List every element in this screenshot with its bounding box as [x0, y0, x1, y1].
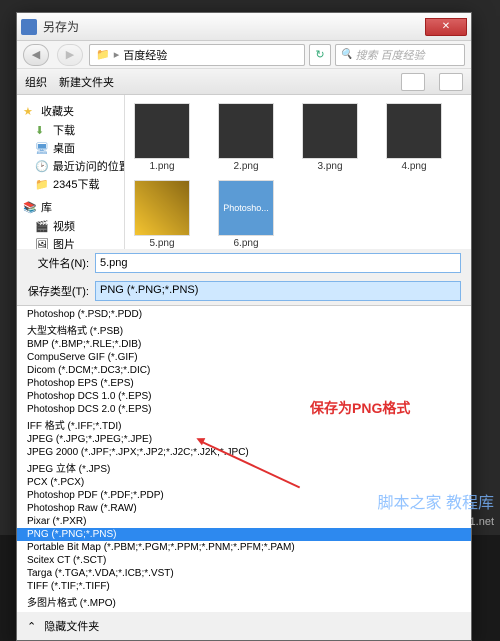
- filename-label: 文件名(N):: [27, 255, 89, 271]
- breadcrumb-sep: ▸: [114, 48, 120, 61]
- hide-folders-button[interactable]: 隐藏文件夹: [44, 618, 99, 634]
- filetype-select[interactable]: PNG (*.PNG;*.PNS): [95, 281, 461, 301]
- desktop-icon: 🖥: [35, 142, 49, 154]
- app-icon: [21, 19, 37, 35]
- search-input[interactable]: 🔍 搜索 百度经验: [335, 44, 465, 66]
- toolbar: 组织 新建文件夹: [17, 69, 471, 95]
- download-icon: ⬇: [35, 124, 49, 136]
- thumbnail: [218, 103, 274, 159]
- filetype-option[interactable]: 大型文档格式 (*.PSB): [17, 321, 471, 338]
- folder-icon: 📁: [96, 48, 110, 61]
- file-item[interactable]: Photosho...6.png: [213, 180, 279, 249]
- breadcrumb-folder[interactable]: 百度经验: [123, 47, 167, 63]
- file-item[interactable]: 5.png: [129, 180, 195, 249]
- star-icon: ★: [23, 105, 37, 117]
- save-as-dialog: 另存为 ✕ ◀ ▶ 📁 ▸ 百度经验 ↻ 🔍 搜索 百度经验 组织 新建文件夹 …: [16, 12, 472, 641]
- sidebar: ★收藏夹 ⬇下载 🖥桌面 🕑最近访问的位置 📁2345下载 📚库 🎬视频 🖼图片…: [17, 95, 125, 249]
- sidebar-item-2345[interactable]: 📁2345下载: [21, 175, 120, 193]
- filetype-option[interactable]: Photoshop DCS 2.0 (*.EPS): [17, 403, 471, 416]
- sidebar-item-desktop[interactable]: 🖥桌面: [21, 139, 120, 157]
- dialog-body: ★收藏夹 ⬇下载 🖥桌面 🕑最近访问的位置 📁2345下载 📚库 🎬视频 🖼图片…: [17, 95, 471, 249]
- sidebar-favorites[interactable]: ★收藏夹: [21, 101, 120, 121]
- filetype-option[interactable]: Photoshop EPS (*.EPS): [17, 377, 471, 390]
- filetype-option[interactable]: BMP (*.BMP;*.RLE;*.DIB): [17, 338, 471, 351]
- sidebar-item-downloads[interactable]: ⬇下载: [21, 121, 120, 139]
- close-button[interactable]: ✕: [425, 18, 467, 36]
- filetype-option[interactable]: JPEG (*.JPG;*.JPEG;*.JPE): [17, 433, 471, 446]
- search-icon: 🔍: [340, 49, 352, 60]
- thumbnail: [134, 180, 190, 236]
- organize-button[interactable]: 组织: [25, 74, 47, 90]
- filetype-label: 保存类型(T):: [27, 283, 89, 299]
- filetype-option[interactable]: PCX (*.PCX): [17, 476, 471, 489]
- watermark: 脚本之家 教程库 jiaocheng.jb51.net: [378, 494, 494, 529]
- sidebar-item-recent[interactable]: 🕑最近访问的位置: [21, 157, 120, 175]
- filetype-row: 保存类型(T): PNG (*.PNG;*.PNS): [17, 277, 471, 305]
- filetype-option[interactable]: Photoshop DCS 1.0 (*.EPS): [17, 390, 471, 403]
- search-placeholder: 搜索 百度经验: [355, 47, 424, 63]
- address-bar[interactable]: 📁 ▸ 百度经验: [89, 44, 305, 66]
- file-item[interactable]: 1.png: [129, 103, 195, 172]
- nav-forward-button[interactable]: ▶: [57, 44, 83, 66]
- filetype-option[interactable]: 多图片格式 (*.MPO): [17, 593, 471, 610]
- filetype-option[interactable]: JPEG 立体 (*.JPS): [17, 459, 471, 476]
- filetype-dropdown: Photoshop (*.PSD;*.PDD)大型文档格式 (*.PSB)BMP…: [17, 305, 471, 612]
- folder-icon: 📁: [35, 178, 49, 190]
- address-row: ◀ ▶ 📁 ▸ 百度经验 ↻ 🔍 搜索 百度经验: [17, 41, 471, 69]
- filetype-option[interactable]: Portable Bit Map (*.PBM;*.PGM;*.PPM;*.PN…: [17, 541, 471, 554]
- file-grid[interactable]: 1.png 2.png 3.png 4.png 5.png Photosho..…: [125, 95, 471, 249]
- sidebar-libraries[interactable]: 📚库: [21, 197, 120, 217]
- filetype-option[interactable]: CompuServe GIF (*.GIF): [17, 351, 471, 364]
- view-mode-button[interactable]: [401, 73, 425, 91]
- filetype-option[interactable]: TIFF (*.TIF;*.TIFF): [17, 580, 471, 593]
- filetype-option[interactable]: JPEG 2000 (*.JPF;*.JPX;*.JP2;*.J2C;*.J2K…: [17, 446, 471, 459]
- file-item[interactable]: 2.png: [213, 103, 279, 172]
- thumbnail: [134, 103, 190, 159]
- thumbnail: [386, 103, 442, 159]
- thumbnail: Photosho...: [218, 180, 274, 236]
- recent-icon: 🕑: [35, 160, 49, 172]
- chevron-up-icon[interactable]: ⌃: [27, 620, 36, 633]
- file-item[interactable]: 4.png: [381, 103, 447, 172]
- refresh-button[interactable]: ↻: [309, 44, 331, 66]
- dialog-title: 另存为: [43, 18, 79, 35]
- filetype-option[interactable]: Targa (*.TGA;*.VDA;*.ICB;*.VST): [17, 567, 471, 580]
- nav-back-button[interactable]: ◀: [23, 44, 49, 66]
- bottom-row: ⌃ 隐藏文件夹: [17, 612, 471, 640]
- filetype-option[interactable]: Photoshop (*.PSD;*.PDD): [17, 308, 471, 321]
- library-icon: 📚: [23, 201, 37, 213]
- newfolder-button[interactable]: 新建文件夹: [59, 74, 114, 90]
- filetype-option[interactable]: Dicom (*.DCM;*.DC3;*.DIC): [17, 364, 471, 377]
- picture-icon: 🖼: [35, 238, 49, 249]
- filetype-option[interactable]: Scitex CT (*.SCT): [17, 554, 471, 567]
- sidebar-item-pictures[interactable]: 🖼图片: [21, 235, 120, 249]
- filename-row: 文件名(N):: [17, 249, 471, 277]
- video-icon: 🎬: [35, 220, 49, 232]
- help-button[interactable]: [439, 73, 463, 91]
- thumbnail: [302, 103, 358, 159]
- titlebar[interactable]: 另存为 ✕: [17, 13, 471, 41]
- sidebar-item-videos[interactable]: 🎬视频: [21, 217, 120, 235]
- filename-input[interactable]: [95, 253, 461, 273]
- filetype-option[interactable]: IFF 格式 (*.IFF;*.TDI): [17, 416, 471, 433]
- file-item[interactable]: 3.png: [297, 103, 363, 172]
